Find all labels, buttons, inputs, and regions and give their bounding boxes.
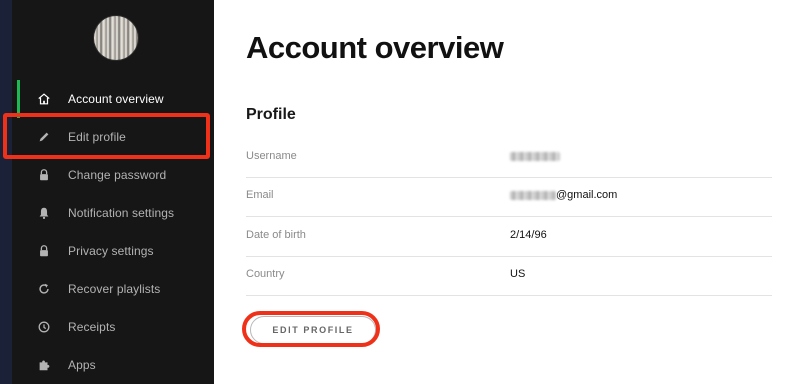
profile-row-email: Email @gmail.com xyxy=(246,177,772,217)
avatar[interactable] xyxy=(94,16,138,60)
edit-button-highlight xyxy=(242,311,380,347)
sidebar-item-label: Privacy settings xyxy=(68,244,154,258)
country-value: US xyxy=(510,268,526,280)
date-of-birth-label: Date of birth xyxy=(246,229,306,241)
username-label: Username xyxy=(246,150,297,162)
sidebar-item-change-password[interactable]: Change password xyxy=(12,156,214,194)
profile-heading: Profile xyxy=(246,106,296,123)
sidebar-item-apps[interactable]: Apps xyxy=(12,346,214,384)
sidebar-item-label: Change password xyxy=(68,168,167,182)
redacted-email-user xyxy=(510,190,556,200)
edit-profile-highlight xyxy=(3,113,210,159)
sidebar-item-recover-playlists[interactable]: Recover playlists xyxy=(12,270,214,308)
home-icon xyxy=(36,91,52,107)
profile-row-country: Country US xyxy=(246,256,772,296)
main-content: Account overview Profile Username Email … xyxy=(214,0,800,384)
sidebar-item-label: Account overview xyxy=(68,92,164,106)
sidebar-item-label: Apps xyxy=(68,358,96,372)
window-edge xyxy=(0,0,12,384)
email-value: @gmail.com xyxy=(510,189,617,201)
redacted-username xyxy=(510,151,560,161)
email-domain: @gmail.com xyxy=(556,189,618,201)
sidebar-item-label: Notification settings xyxy=(68,206,175,220)
sidebar-item-label: Recover playlists xyxy=(68,282,161,296)
page-title: Account overview xyxy=(246,30,504,65)
email-label: Email xyxy=(246,189,274,201)
profile-row-date-of-birth: Date of birth 2/14/96 xyxy=(246,217,772,257)
sidebar: Account overview Edit profile Change pas… xyxy=(12,0,214,384)
sidebar-item-notification-settings[interactable]: Notification settings xyxy=(12,194,214,232)
puzzle-icon xyxy=(36,357,52,373)
profile-row-username: Username xyxy=(246,138,772,178)
bell-icon xyxy=(36,205,52,221)
sidebar-item-privacy-settings[interactable]: Privacy settings xyxy=(12,232,214,270)
clock-icon xyxy=(36,319,52,335)
sidebar-item-receipts[interactable]: Receipts xyxy=(12,308,214,346)
lock-icon xyxy=(36,167,52,183)
refresh-icon xyxy=(36,281,52,297)
sidebar-item-label: Receipts xyxy=(68,320,116,334)
username-value xyxy=(510,150,560,162)
country-label: Country xyxy=(246,268,285,280)
lock-icon xyxy=(36,243,52,259)
date-of-birth-value: 2/14/96 xyxy=(510,229,547,241)
